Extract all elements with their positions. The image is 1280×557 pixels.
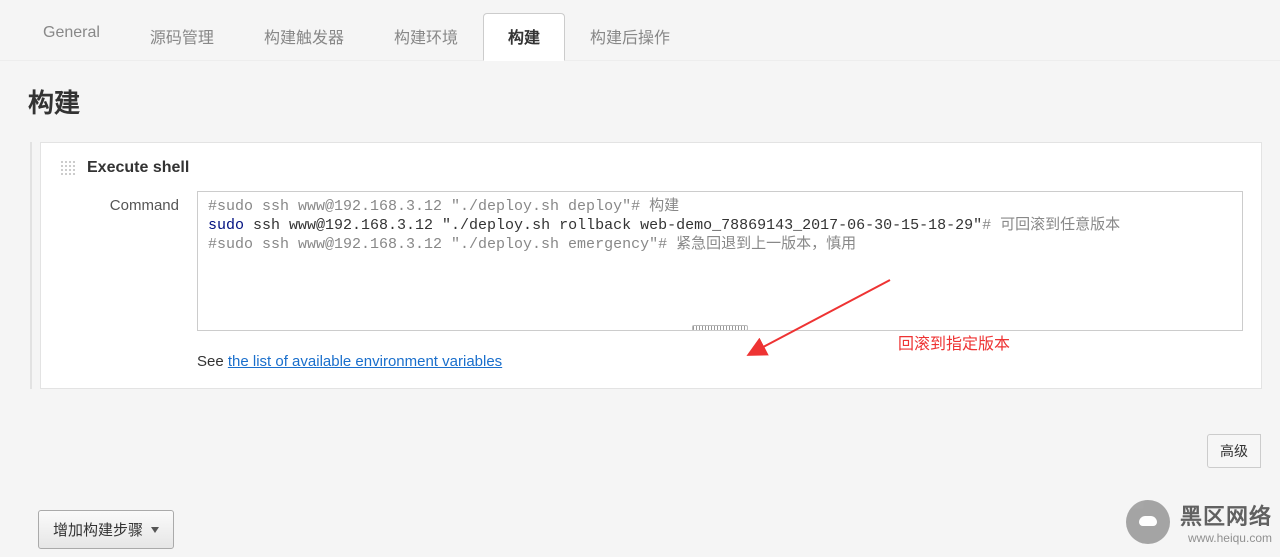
add-build-step-label: 增加构建步骤 (53, 519, 143, 540)
section-title: 构建 (28, 83, 1252, 120)
textarea-resize-handle[interactable] (692, 325, 748, 331)
watermark-url: www.heiqu.com (1180, 531, 1272, 545)
code-line-1: #sudo ssh www@192.168.3.12 "./deploy.sh … (208, 198, 679, 215)
add-build-step-button[interactable]: 增加构建步骤 (38, 510, 174, 549)
config-tabs: General 源码管理 构建触发器 构建环境 构建 构建后操作 (0, 0, 1280, 61)
command-label: Command (59, 191, 179, 214)
tab-triggers[interactable]: 构建触发器 (239, 13, 369, 61)
build-step-execute-shell: Execute shell Command #sudo ssh www@192.… (40, 142, 1262, 389)
tab-scm[interactable]: 源码管理 (125, 13, 239, 61)
step-title: Execute shell (87, 159, 189, 177)
tab-general[interactable]: General (18, 13, 125, 61)
tab-post-build[interactable]: 构建后操作 (565, 13, 695, 61)
watermark: 黑区网络 www.heiqu.com (1126, 499, 1272, 545)
chevron-down-icon (151, 527, 159, 533)
command-textarea[interactable]: #sudo ssh www@192.168.3.12 "./deploy.sh … (197, 191, 1243, 331)
code-line-2: sudo ssh www@192.168.3.12 "./deploy.sh r… (208, 217, 1120, 234)
env-vars-link[interactable]: the list of available environment variab… (228, 353, 502, 370)
tab-build[interactable]: 构建 (483, 13, 565, 61)
watermark-title: 黑区网络 (1180, 499, 1272, 531)
build-section: 构建 (0, 61, 1280, 130)
advanced-button[interactable]: 高级 (1207, 434, 1261, 468)
build-steps: Execute shell Command #sudo ssh www@192.… (30, 142, 1262, 389)
tab-env[interactable]: 构建环境 (369, 13, 483, 61)
watermark-logo-icon (1126, 500, 1170, 544)
code-line-3: #sudo ssh www@192.168.3.12 "./deploy.sh … (208, 236, 856, 253)
drag-handle-icon[interactable] (59, 159, 77, 177)
env-vars-help: See the list of available environment va… (197, 353, 1243, 370)
